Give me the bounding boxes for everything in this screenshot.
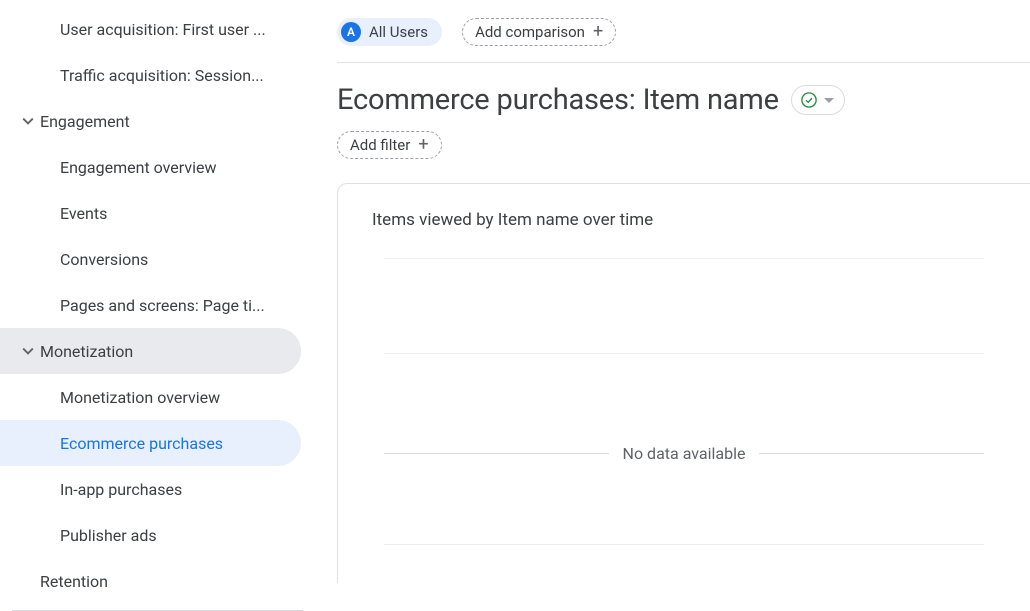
- nav-item-label: Monetization: [40, 342, 133, 361]
- chart-gridline: [384, 353, 984, 354]
- nav-item-label: Traffic acquisition: Session...: [60, 66, 264, 85]
- nav-item-label: Engagement overview: [60, 158, 217, 177]
- no-data-divider: No data available: [372, 444, 996, 463]
- nav-item-monetization-overview[interactable]: Monetization overview: [0, 374, 301, 420]
- nav-section-monetization[interactable]: Monetization: [0, 328, 301, 374]
- add-comparison-label: Add comparison: [475, 23, 585, 41]
- filters-row: Add filter +: [337, 131, 1030, 159]
- nav-section-engagement[interactable]: Engagement: [0, 98, 301, 144]
- divider-rule: [384, 453, 609, 454]
- nav-item-label: Publisher ads: [60, 526, 157, 545]
- plus-icon: +: [593, 23, 603, 41]
- caret-down-icon: [824, 98, 834, 103]
- nav-item-label: Monetization overview: [60, 388, 220, 407]
- no-data-text: No data available: [623, 444, 746, 463]
- add-filter-label: Add filter: [350, 136, 410, 154]
- segment-label: All Users: [369, 23, 428, 41]
- check-circle-icon: [800, 91, 818, 109]
- main-content: A All Users Add comparison + Ecommerce p…: [315, 0, 1030, 602]
- plus-icon: +: [418, 136, 428, 154]
- data-quality-dropdown[interactable]: [791, 85, 845, 115]
- chart-gridline: [384, 258, 984, 259]
- segment-chip-all-users[interactable]: A All Users: [337, 18, 442, 46]
- page-title: Ecommerce purchases: Item name: [337, 83, 779, 117]
- nav-item-label: Events: [60, 204, 107, 223]
- chevron-down-icon: [16, 345, 40, 357]
- nav-item-pages-screens[interactable]: Pages and screens: Page ti...: [0, 282, 301, 328]
- chevron-down-icon: [16, 115, 40, 127]
- nav-item-traffic-acquisition[interactable]: Traffic acquisition: Session...: [0, 52, 301, 98]
- nav-item-label: Ecommerce purchases: [60, 434, 223, 453]
- chart-title: Items viewed by Item name over time: [372, 210, 996, 230]
- nav-item-publisher-ads[interactable]: Publisher ads: [0, 512, 301, 558]
- add-filter-button[interactable]: Add filter +: [337, 131, 442, 159]
- nav-item-label: In-app purchases: [60, 480, 182, 499]
- nav-item-conversions[interactable]: Conversions: [0, 236, 301, 282]
- divider-rule: [759, 453, 984, 454]
- nav-item-label: User acquisition: First user ...: [60, 20, 266, 39]
- report-nav-sidebar: User acquisition: First user ... Traffic…: [0, 0, 315, 602]
- nav-item-ecommerce-purchases[interactable]: Ecommerce purchases: [0, 420, 301, 466]
- comparison-bar: A All Users Add comparison +: [337, 18, 1030, 63]
- chart-area: No data available: [372, 258, 996, 545]
- title-row: Ecommerce purchases: Item name: [337, 83, 1030, 117]
- nav-section-retention[interactable]: Retention: [0, 558, 301, 604]
- nav-item-user-acquisition[interactable]: User acquisition: First user ...: [0, 6, 301, 52]
- nav-item-label: Conversions: [60, 250, 148, 269]
- nav-item-in-app-purchases[interactable]: In-app purchases: [0, 466, 301, 512]
- nav-item-label: Pages and screens: Page ti...: [60, 296, 265, 315]
- segment-badge-icon: A: [341, 22, 361, 42]
- nav-item-label: Engagement: [40, 112, 130, 131]
- chart-gridline: [384, 544, 984, 545]
- add-comparison-button[interactable]: Add comparison +: [462, 18, 616, 46]
- chart-card: Items viewed by Item name over time No d…: [337, 183, 1030, 583]
- nav-item-events[interactable]: Events: [0, 190, 301, 236]
- nav-item-label: Retention: [40, 572, 108, 591]
- nav-item-engagement-overview[interactable]: Engagement overview: [0, 144, 301, 190]
